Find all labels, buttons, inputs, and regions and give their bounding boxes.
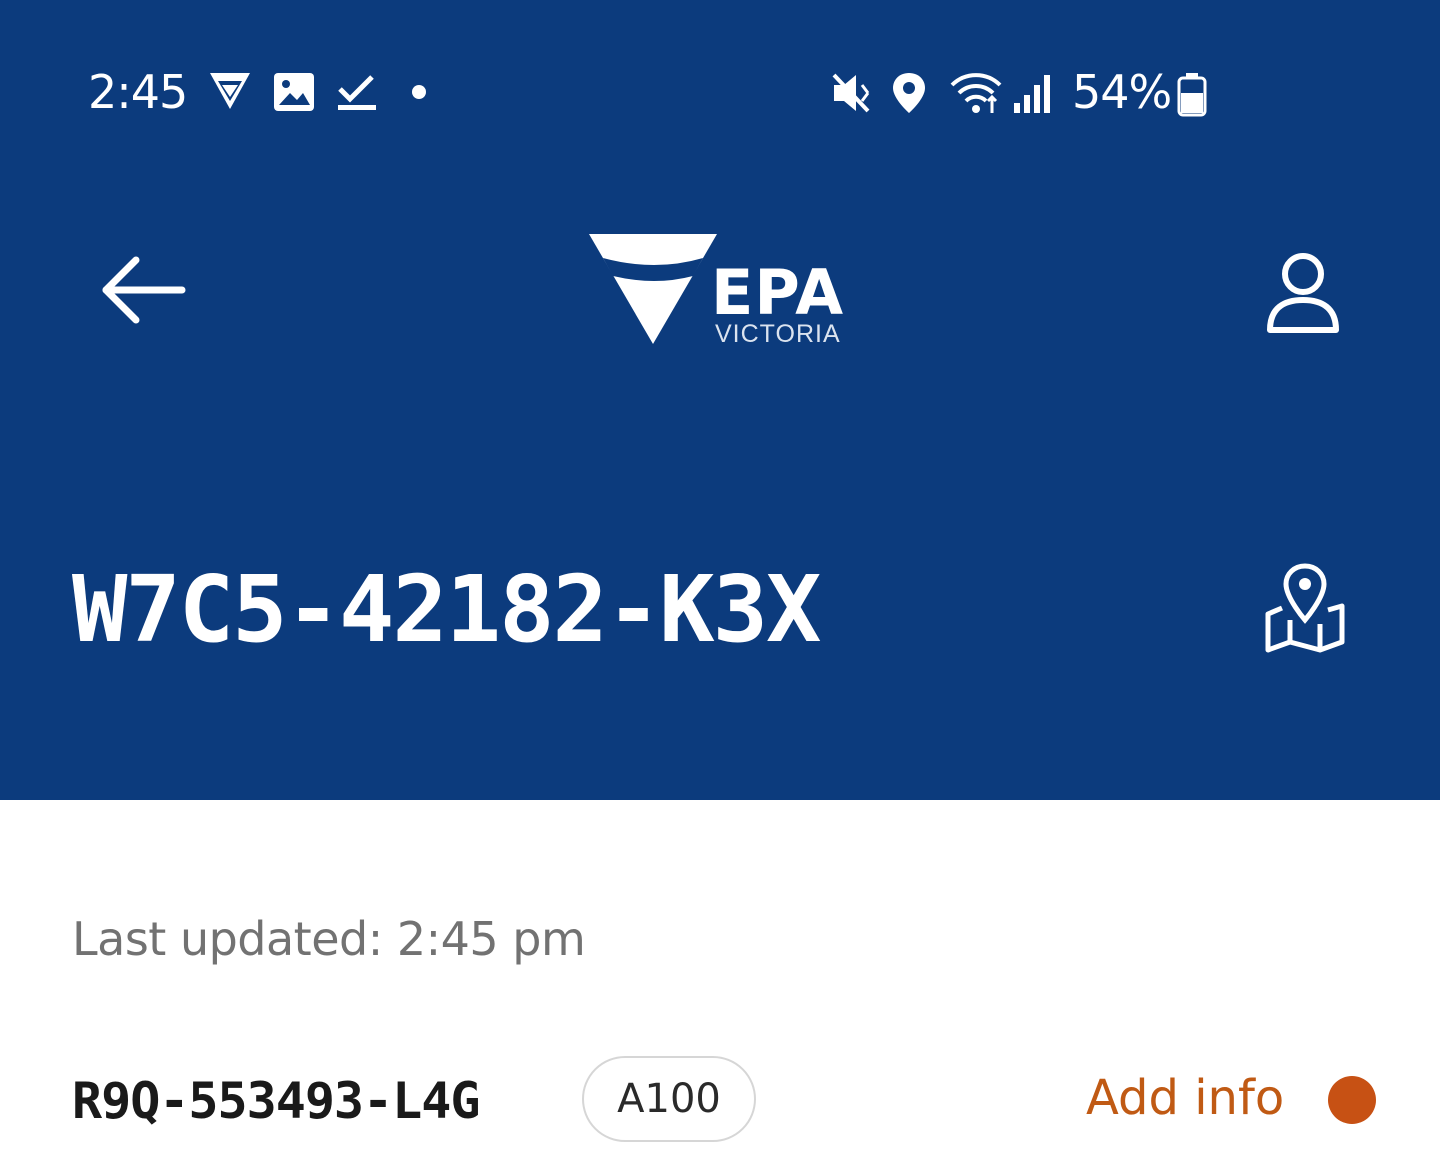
location-icon (893, 73, 925, 113)
list-item: R9Q-553493-L4G A100 Add info (0, 1050, 1440, 1160)
item-badge: A100 (582, 1056, 756, 1142)
image-icon (274, 73, 314, 111)
add-info-label: Add info (1086, 1070, 1285, 1126)
logo-subtext: VICTORIA (715, 320, 841, 348)
status-time: 2:45 (88, 65, 188, 119)
dot-icon (412, 85, 426, 99)
wifi-icon (950, 73, 1002, 113)
page-title: W7C5-42182-K3X (72, 556, 821, 663)
app-header: 2:45 54% EPA VICTORIA W7C5-42182-K3X (0, 0, 1440, 800)
epa-triangle-icon (589, 234, 717, 344)
signal-icon (1014, 75, 1050, 113)
logo-text: EPA (711, 256, 845, 329)
battery-icon (1177, 73, 1207, 117)
profile-button[interactable] (1258, 248, 1348, 338)
download-notification-icon (210, 73, 250, 109)
arrow-left-icon (102, 256, 186, 324)
back-button[interactable] (96, 250, 192, 330)
last-updated-text: Last updated: 2:45 pm (72, 912, 586, 966)
battery-percent: 54% (1072, 65, 1172, 119)
map-button[interactable] (1262, 562, 1348, 654)
status-bar: 2:45 54% (0, 55, 1440, 135)
vibrate-mute-icon (832, 73, 870, 113)
user-icon (1267, 253, 1339, 333)
status-dot-icon (1328, 1076, 1376, 1124)
map-pin-icon (1265, 563, 1345, 653)
epa-victoria-logo: EPA VICTORIA (585, 230, 865, 355)
checklist-icon (338, 75, 376, 110)
item-id: R9Q-553493-L4G (72, 1072, 480, 1130)
